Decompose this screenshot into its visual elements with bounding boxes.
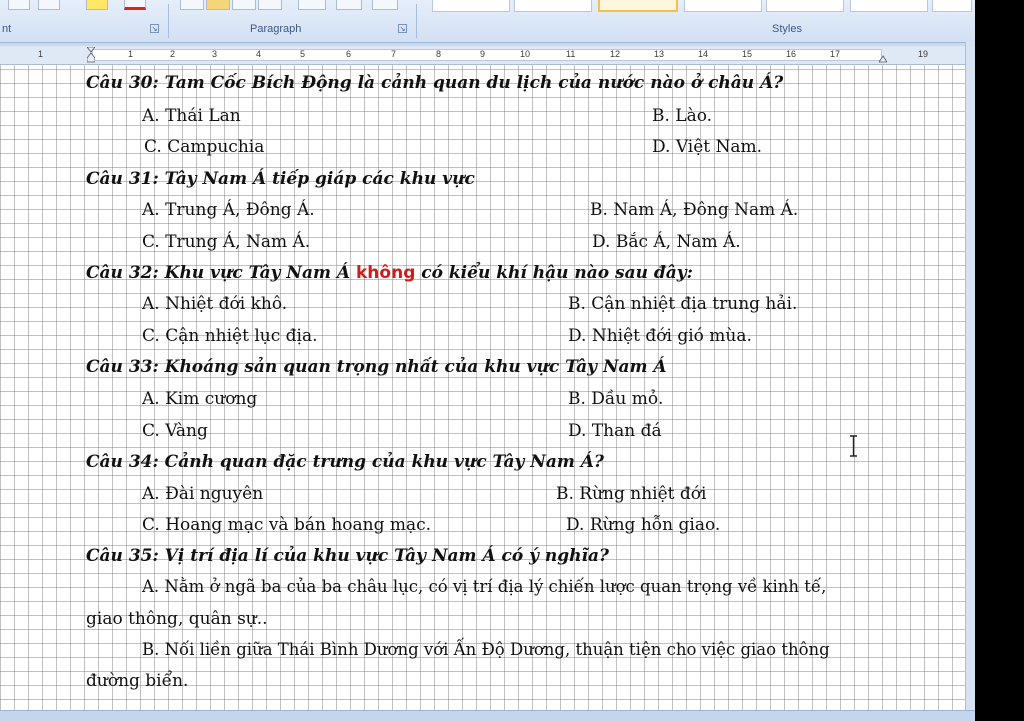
q30-option-a: A. Thái Lan <box>142 106 241 126</box>
q35-option-b-line1: B. Nối liền giữa Thái Bình Dương với Ấn … <box>142 640 830 659</box>
q31-option-a: A. Trung Á, Đông Á. <box>142 200 315 220</box>
style-no-spacing[interactable] <box>932 0 972 12</box>
justify-button[interactable] <box>258 0 282 10</box>
style-emphasis[interactable] <box>432 0 510 12</box>
ruler-number: 13 <box>654 49 665 59</box>
q35-option-a-line2: giao thông, quân sự.. <box>86 609 268 629</box>
ruler-number: 12 <box>610 49 621 59</box>
document-page[interactable]: Câu 30: Tam Cốc Bích Động là cảnh quan d… <box>0 65 965 710</box>
ruler-number: 17 <box>830 49 841 59</box>
align-left-button[interactable] <box>180 0 204 10</box>
question-30: Câu 30: Tam Cốc Bích Động là cảnh quan d… <box>86 73 784 93</box>
q32-option-d: D. Nhiệt đới gió mùa. <box>568 326 752 346</box>
ruler-number: 6 <box>346 49 352 59</box>
ruler-number: 3 <box>212 49 218 59</box>
ruler-number: 11 <box>566 49 576 59</box>
q31-option-d: D. Bắc Á, Nam Á. <box>592 232 741 252</box>
styles-group-label: Styles <box>772 23 802 35</box>
align-center-button[interactable] <box>206 0 230 10</box>
q30-option-b: B. Lào. <box>652 106 713 126</box>
highlight-color-button[interactable] <box>86 0 108 10</box>
ribbon-button[interactable] <box>38 0 60 10</box>
ruler-number: 7 <box>391 49 397 59</box>
ruler-number: 8 <box>436 49 442 59</box>
q32-option-c: C. Cận nhiệt lục địa. <box>142 326 318 346</box>
ruler-number: 9 <box>480 49 486 59</box>
style-subtitle[interactable] <box>766 0 844 12</box>
ruler-number: 19 <box>918 49 929 59</box>
ruler-number: 4 <box>256 49 262 59</box>
q32-option-a: A. Nhiệt đới khô. <box>142 294 288 314</box>
q33-option-b: B. Dầu mỏ. <box>568 389 664 409</box>
ruler-number: 5 <box>300 49 306 59</box>
ruler-number: 10 <box>520 49 531 59</box>
q32-text-before: Câu 32: Khu vực Tây Nam Á <box>86 263 356 283</box>
ruler-number: 2 <box>170 49 176 59</box>
shading-button[interactable] <box>336 0 362 10</box>
borders-button[interactable] <box>372 0 398 10</box>
vertical-scroll-area[interactable] <box>965 42 975 710</box>
style-heading-1[interactable] <box>514 0 592 12</box>
question-35: Câu 35: Vị trí địa lí của khu vực Tây Na… <box>86 546 609 566</box>
q34-option-a: A. Đài nguyên <box>142 484 264 504</box>
font-dialog-launcher-icon[interactable]: ↘ <box>150 24 159 33</box>
font-color-button[interactable] <box>124 0 146 10</box>
paragraph-dialog-launcher-icon[interactable]: ↘ <box>398 24 407 33</box>
question-31: Câu 31: Tây Nam Á tiếp giáp các khu vực <box>86 169 475 189</box>
style-normal[interactable] <box>598 0 678 12</box>
q33-option-d: D. Than đá <box>568 421 662 441</box>
ruler-number: 14 <box>698 49 709 59</box>
indent-marker-icon[interactable] <box>87 47 95 63</box>
style-strong[interactable] <box>684 0 762 12</box>
q35-option-a-line1: A. Nằm ở ngã ba của ba châu lục, có vị t… <box>142 577 827 596</box>
q31-option-b: B. Nam Á, Đông Nam Á. <box>590 200 799 220</box>
question-34: Câu 34: Cảnh quan đặc trưng của khu vực … <box>86 452 604 472</box>
ruler-number: 1 <box>38 49 44 59</box>
q32-option-b: B. Cận nhiệt địa trung hải. <box>568 294 798 314</box>
ribbon: nt ↘ Paragraph ↘ Styles <box>0 0 975 43</box>
question-33: Câu 33: Khoáng sản quan trọng nhất của k… <box>86 357 667 377</box>
status-bar <box>0 710 975 721</box>
font-group-label: nt <box>2 23 12 35</box>
q34-option-b: B. Rừng nhiệt đới <box>556 484 707 504</box>
ruler-number: 16 <box>786 49 797 59</box>
right-indent-marker-icon[interactable] <box>879 47 887 63</box>
align-right-button[interactable] <box>232 0 256 10</box>
q32-negation-word: không <box>356 263 416 283</box>
paragraph-group-label: Paragraph <box>250 23 302 35</box>
ruler-number: 15 <box>742 49 753 59</box>
q32-text-after: có kiểu khí hậu nào sau đây: <box>415 263 693 283</box>
q33-option-c: C. Vàng <box>142 421 208 441</box>
q30-option-c: C. Campuchia <box>144 137 265 157</box>
line-spacing-button[interactable] <box>298 0 326 10</box>
horizontal-ruler[interactable]: 1 1 2 3 4 5 6 7 8 9 10 11 12 13 14 15 16… <box>0 46 965 65</box>
question-32: Câu 32: Khu vực Tây Nam Á không có kiểu … <box>86 263 693 283</box>
q35-option-b-line2: đường biển. <box>86 671 189 691</box>
q33-option-a: A. Kim cương <box>142 389 258 409</box>
word-window: nt ↘ Paragraph ↘ Styles 1 1 2 3 4 5 6 7 … <box>0 0 975 721</box>
q31-option-c: C. Trung Á, Nam Á. <box>142 232 311 252</box>
q30-option-d: D. Việt Nam. <box>652 137 763 157</box>
style-title[interactable] <box>850 0 928 12</box>
ribbon-button[interactable] <box>8 0 30 10</box>
ruler-number: 1 <box>128 49 134 59</box>
q34-option-c: C. Hoang mạc và bán hoang mạc. <box>142 515 432 535</box>
q34-option-d: D. Rừng hỗn giao. <box>566 515 721 535</box>
text-cursor-icon <box>850 435 857 457</box>
